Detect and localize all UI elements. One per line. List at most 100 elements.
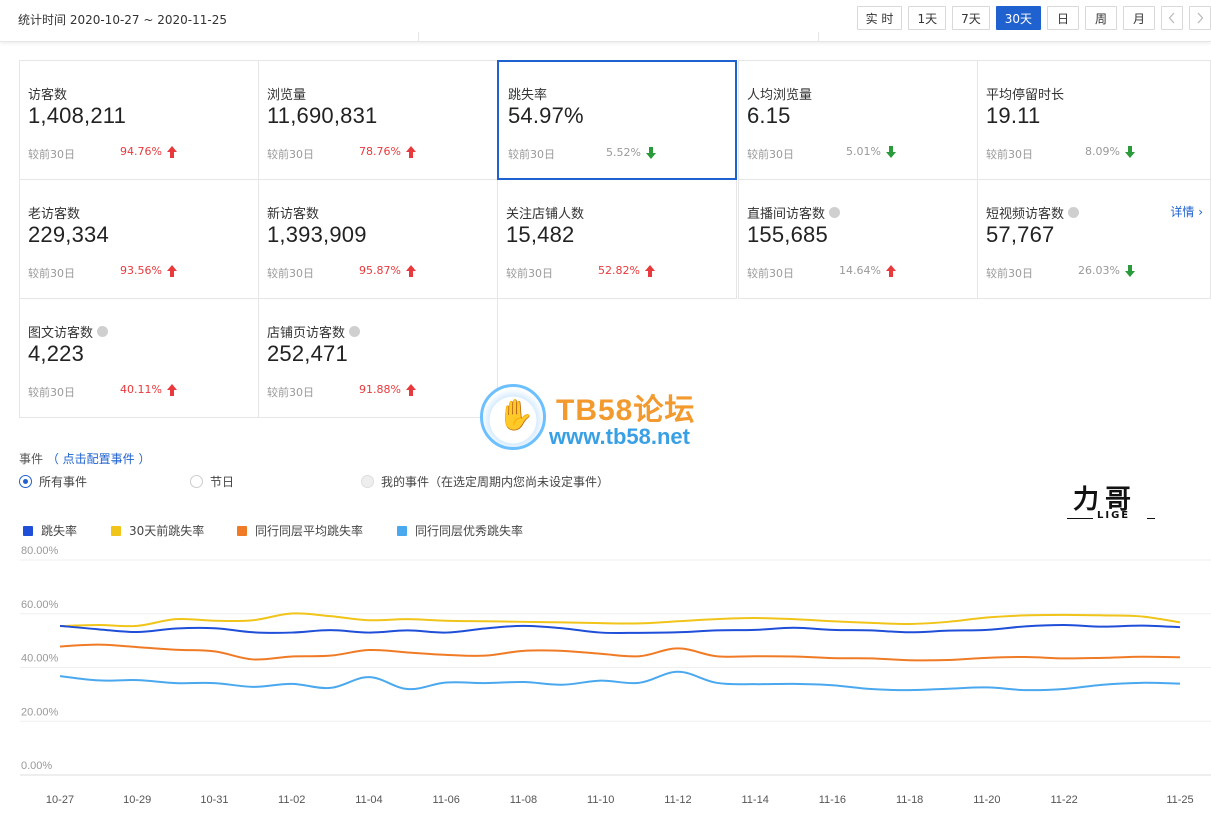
metric-card-short-video-visitors[interactable]: 短视频访客数 详情 › 57,767 较前30日 26.03% <box>977 179 1211 299</box>
legend-swatch <box>23 525 33 536</box>
metric-card-new-visitors[interactable]: 新访客数 1,393,909 较前30日 95.87% <box>258 179 498 299</box>
x-tick-label: 11-02 <box>278 794 305 806</box>
legend-label: 30天前跳失率 <box>129 524 205 538</box>
metric-card-bounce-rate[interactable]: 跳失率 54.97% 较前30日 5.52% <box>497 60 737 180</box>
metric-value: 252,471 <box>267 341 348 366</box>
y-tick-label: 40.00% <box>21 653 59 665</box>
radio-unchecked-icon <box>190 475 203 488</box>
period-realtime-button[interactable]: 实 时 <box>856 6 903 30</box>
info-icon[interactable] <box>829 207 841 218</box>
arrow-up-icon <box>167 383 177 396</box>
period-30day-button[interactable]: 30天 <box>995 6 1041 30</box>
legend-label: 同行同层优秀跳失率 <box>415 524 524 538</box>
divider <box>818 32 819 42</box>
metric-card-visitors[interactable]: 访客数 1,408,211 较前30日 94.76% <box>19 60 259 180</box>
radio-holidays[interactable]: 节日 <box>190 473 234 490</box>
x-tick-label: 11-06 <box>433 794 460 806</box>
period-month-button[interactable]: 月 <box>1123 6 1155 30</box>
metric-value: 1,408,211 <box>28 103 127 128</box>
metric-compare: 较前30日 <box>28 386 75 399</box>
period-week-button[interactable]: 周 <box>1085 6 1117 30</box>
legend-item-prior-bounce-rate[interactable]: 30天前跳失率 <box>111 522 237 539</box>
lige-logo: 力哥 LIGE <box>1064 479 1156 525</box>
radio-all-events[interactable]: 所有事件 <box>19 473 87 490</box>
metric-card-pageviews[interactable]: 浏览量 11,690,831 较前30日 78.76% <box>258 60 498 180</box>
period-1day-button[interactable]: 1天 <box>908 6 947 30</box>
metric-card-pv-per-visitor[interactable]: 人均浏览量 6.15 较前30日 5.01% <box>738 60 978 180</box>
metric-change: 93.56% <box>118 264 177 277</box>
x-tick-label: 11-10 <box>587 794 614 806</box>
y-tick-label: 60.00% <box>21 599 59 611</box>
metric-compare: 较前30日 <box>747 267 794 280</box>
arrow-up-icon <box>167 264 177 277</box>
metrics-grid: 访客数 1,408,211 较前30日 94.76% 浏览量 11,690,83… <box>19 60 1211 418</box>
metric-change: 5.52% <box>597 146 656 159</box>
info-icon[interactable] <box>349 326 361 337</box>
info-icon[interactable] <box>1068 207 1080 218</box>
radio-label: 我的事件（在选定周期内您尚未设定事件） <box>381 475 610 489</box>
metric-compare: 较前30日 <box>28 267 75 280</box>
metric-compare: 较前30日 <box>747 148 794 161</box>
metric-compare: 较前30日 <box>986 267 1033 280</box>
radio-my-events: 我的事件（在选定周期内您尚未设定事件） <box>361 473 609 490</box>
metric-label: 关注店铺人数 <box>506 207 585 222</box>
arrow-down-icon <box>646 146 656 159</box>
period-day-button[interactable]: 日 <box>1047 6 1079 30</box>
metric-label: 浏览量 <box>267 88 307 103</box>
metric-value: 6.15 <box>747 103 791 128</box>
arrow-up-icon <box>167 145 177 158</box>
metric-value: 11,690,831 <box>267 103 378 128</box>
metric-value: 229,334 <box>28 222 109 247</box>
period-7day-button[interactable]: 7天 <box>952 6 990 30</box>
details-link[interactable]: 详情 › <box>1170 203 1203 220</box>
metric-change: 95.87% <box>357 264 416 277</box>
metric-value: 155,685 <box>747 222 828 247</box>
metric-change: 26.03% <box>1076 264 1135 277</box>
y-tick-label: 0.00% <box>21 760 52 772</box>
metric-card-image-text-visitors[interactable]: 图文访客数 4,223 较前30日 40.11% <box>19 298 259 418</box>
logo-rule <box>1067 518 1093 519</box>
bounce-rate-line-chart: 0.00% 20.00% 40.00% 60.00% 80.00% 10-27 10-29 1… <box>20 545 1211 806</box>
x-tick-label: 11-18 <box>896 794 923 806</box>
metric-change: 52.82% <box>596 264 655 277</box>
legend-item-peer-top-bounce-rate[interactable]: 同行同层优秀跳失率 <box>397 522 557 539</box>
metric-value: 57,767 <box>986 222 1055 247</box>
x-tick-label: 11-04 <box>355 794 382 806</box>
metric-value: 4,223 <box>28 341 85 366</box>
radio-disabled-icon <box>361 475 374 488</box>
divider <box>418 32 419 42</box>
forum-watermark: ✋ TB58论坛 www.tb58.net <box>480 384 740 454</box>
logo-rule <box>1147 518 1155 519</box>
info-icon[interactable] <box>97 326 109 337</box>
date-range-label: 统计时间 2020-10-27 ~ 2020-11-25 <box>18 13 227 27</box>
metric-compare: 较前30日 <box>508 148 555 161</box>
y-tick-label: 80.00% <box>21 545 59 557</box>
metric-card-shop-page-visitors[interactable]: 店铺页访客数 252,471 较前30日 91.88% <box>258 298 498 418</box>
x-tick-label: 11-20 <box>973 794 1000 806</box>
chevron-left-icon[interactable] <box>1161 6 1183 30</box>
radio-label: 节日 <box>210 475 235 489</box>
metric-change: 91.88% <box>357 383 416 396</box>
metric-card-shop-followers[interactable]: 关注店铺人数 15,482 较前30日 52.82% <box>497 179 737 299</box>
metric-compare: 较前30日 <box>986 148 1033 161</box>
logo-sub-text: LIGE <box>1097 510 1131 521</box>
metric-label: 平均停留时长 <box>986 88 1065 103</box>
legend-item-bounce-rate[interactable]: 跳失率 <box>23 522 111 539</box>
metric-label: 短视频访客数 <box>986 203 1080 222</box>
metric-card-avg-stay[interactable]: 平均停留时长 19.11 较前30日 8.09% <box>977 60 1211 180</box>
metric-change: 14.64% <box>837 264 896 277</box>
x-tick-label: 11-14 <box>742 794 769 806</box>
radio-label: 所有事件 <box>39 475 88 489</box>
watermark-url: www.tb58.net <box>549 424 690 449</box>
legend-item-peer-avg-bounce-rate[interactable]: 同行同层平均跳失率 <box>237 522 397 539</box>
chevron-right-icon[interactable] <box>1189 6 1211 30</box>
configure-events-link[interactable]: （ 点击配置事件 ） <box>47 452 151 466</box>
metric-card-returning-visitors[interactable]: 老访客数 229,334 较前30日 93.56% <box>19 179 259 299</box>
metric-value: 15,482 <box>506 222 575 247</box>
metric-change: 5.01% <box>837 145 896 158</box>
x-tick-label: 11-08 <box>510 794 537 806</box>
metric-label: 新访客数 <box>267 207 320 222</box>
hand-icon: ✋ <box>497 398 535 433</box>
metric-card-live-visitors[interactable]: 直播间访客数 155,685 较前30日 14.64% <box>738 179 978 299</box>
metric-value: 54.97% <box>508 103 584 128</box>
